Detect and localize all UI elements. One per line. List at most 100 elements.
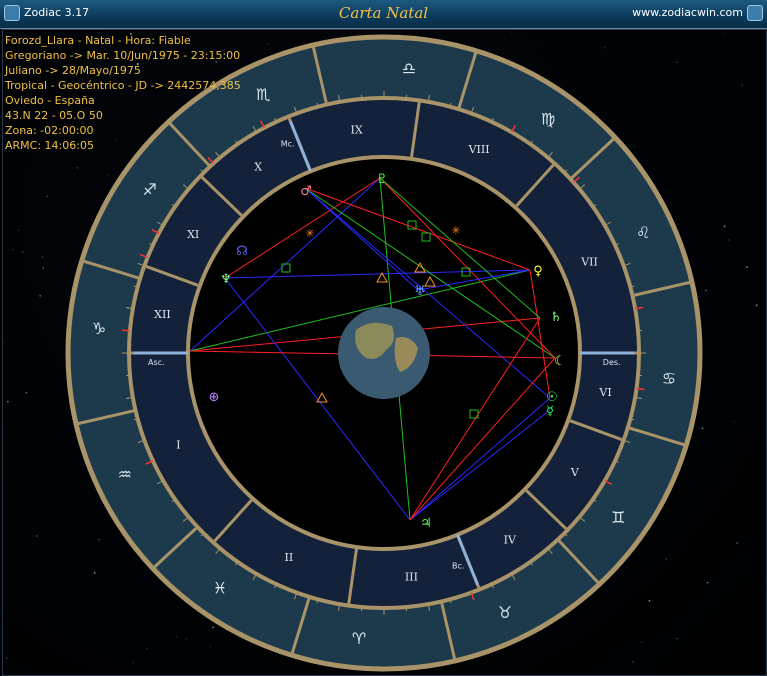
star [93, 571, 96, 574]
sign-glyph: ♑ [92, 319, 106, 338]
house-numeral: VI [598, 386, 611, 399]
asc-axis-label: Asc. [148, 358, 165, 367]
star [745, 661, 747, 662]
planet-tick [121, 329, 131, 332]
zodiac-window: Zodiac 3.17 Carta Natal www.zodiacwin.co… [0, 0, 767, 676]
star [736, 542, 739, 545]
star [701, 427, 704, 430]
sign-glyph: ♎ [402, 59, 416, 78]
star [755, 304, 758, 307]
house-numeral: IX [350, 124, 362, 137]
star [42, 256, 44, 258]
star [39, 295, 41, 297]
star [22, 251, 24, 253]
house-numeral: XI [187, 228, 199, 241]
star [57, 173, 59, 175]
sign-glyph: ♋ [662, 369, 676, 388]
sextile-mark: ✳ [305, 227, 314, 240]
house-numeral: IV [504, 534, 517, 547]
sign-glyph: ♒ [118, 465, 132, 484]
star [675, 61, 678, 63]
star [146, 648, 148, 650]
star [209, 646, 211, 648]
info-line: ARMC: 14:06:05 [5, 139, 94, 152]
star [254, 49, 256, 50]
star [212, 626, 214, 629]
star [511, 33, 513, 35]
star [741, 84, 744, 87]
pluto-glyph: ♇ [376, 172, 388, 187]
star [76, 166, 79, 169]
star [25, 391, 28, 394]
info-line: Tropical - Geocéntrico - JD -> 2442574,3… [5, 79, 241, 92]
star [3, 343, 5, 345]
uranus-glyph: ♅ [414, 284, 426, 299]
sign-glyph: ♓ [213, 578, 227, 597]
star [704, 289, 707, 292]
info-line: Zona: -02:00:00 [5, 124, 94, 137]
house-numeral: I [176, 439, 180, 452]
star [17, 229, 20, 232]
neptune-glyph: ♆ [220, 272, 232, 287]
star [6, 657, 8, 659]
star [42, 267, 44, 269]
saturn-glyph: ♄ [550, 310, 562, 325]
star [738, 603, 740, 605]
star [676, 638, 678, 640]
star [648, 599, 651, 602]
star [106, 174, 108, 176]
star [52, 259, 54, 261]
moon-glyph: ☾ [554, 354, 566, 369]
star [723, 225, 726, 228]
star [62, 595, 63, 597]
info-line: Juliano -> 28/Mayo/1975 [5, 64, 141, 77]
sign-glyph: ♏ [256, 85, 270, 104]
info-line: Oviedo - España [5, 94, 95, 107]
sign-glyph: ♈ [352, 629, 366, 648]
mc-axis-label: Mc. [281, 139, 295, 148]
mars-glyph: ♂ [300, 184, 312, 199]
star [538, 41, 540, 42]
star [641, 641, 643, 644]
sign-glyph: ♍ [541, 110, 555, 129]
star [733, 421, 735, 423]
house-numeral: X [254, 160, 262, 173]
star [603, 119, 605, 120]
info-line: Forozd_Llara - Natal - Hora: Fiable [5, 34, 191, 47]
star [6, 400, 9, 403]
star [706, 581, 709, 584]
sign-glyph: ♐ [143, 180, 157, 199]
house-numeral: V [570, 466, 580, 479]
star [665, 558, 667, 560]
house-numeral: III [405, 570, 418, 583]
jupiter-glyph: ♃ [420, 516, 432, 531]
chart-info: Forozd_Llara - Natal - Hora: Fiable Grego… [5, 33, 241, 153]
venus-glyph: ♀ [533, 264, 543, 279]
star [267, 43, 269, 45]
star [724, 32, 726, 34]
sign-glyph: ♌ [636, 223, 650, 242]
bc-axis-label: Bc. [452, 562, 464, 571]
star [743, 145, 745, 147]
star [176, 636, 178, 638]
star [632, 661, 634, 663]
house-numeral: XII [154, 308, 171, 321]
star [724, 515, 726, 517]
node-glyph: ☊ [236, 244, 248, 259]
star [746, 35, 748, 36]
star [46, 195, 48, 197]
star [728, 239, 730, 241]
info-line: 43.N 22 - 05.O 50 [5, 109, 103, 122]
star [633, 145, 635, 147]
info-line: Gregoriano -> Mar. 10/Jun/1975 - 23:15:0… [5, 49, 241, 62]
mercury-glyph: ☿ [546, 404, 554, 419]
star [132, 662, 134, 664]
star [11, 248, 14, 251]
star [35, 534, 38, 538]
house-numeral: II [285, 551, 294, 564]
star [746, 266, 748, 268]
star [97, 538, 100, 541]
sign-glyph: ♊ [611, 508, 625, 527]
fortuna-glyph: ⊕ [209, 390, 220, 405]
star [186, 638, 187, 640]
